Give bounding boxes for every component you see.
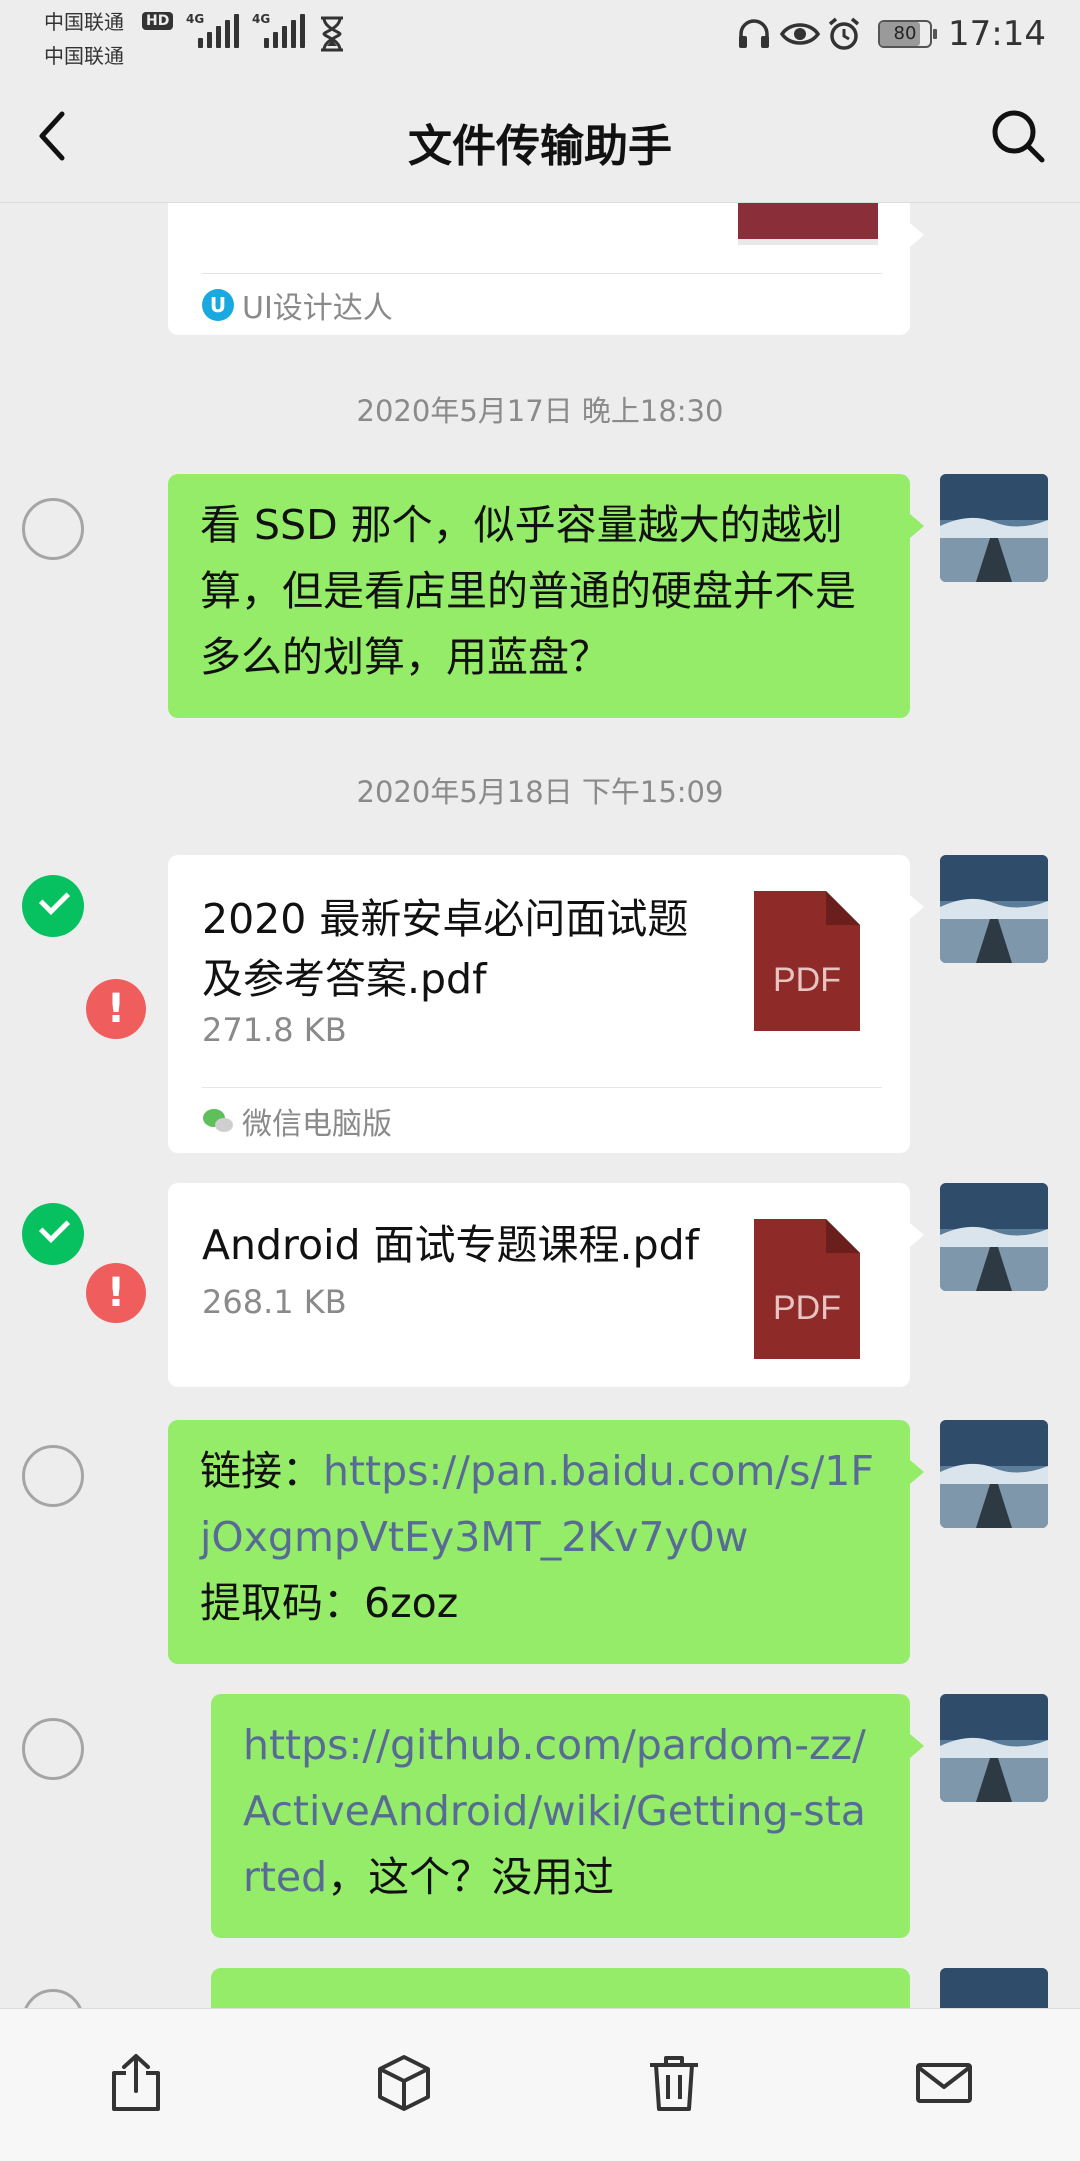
file-message-bubble[interactable]: Android 面试专题课程.pdf 268.1 KB PDF [168,1183,924,1387]
extract-code: 提取码：6zoz [200,1579,459,1627]
status-bar: 中国联通 中国联通 HD 4G 4G 80 17:14 [0,0,1080,70]
bottom-toolbar [0,2008,1080,2161]
text-message-bubble[interactable]: 看 SSD 那个，似乎容量越大的越划算，但是看店里的普通的硬盘并不是多么的划算，… [168,474,924,718]
signal-icon-2: 4G [252,12,305,48]
pdf-icon-label: PDF [773,961,841,999]
pdf-icon-label: PDF [773,1289,841,1327]
user-avatar[interactable] [940,1183,1048,1291]
message-text: 链接：https://pan.baidu.com/s/1FjOxgmpVtEy3… [200,1438,878,1636]
text-message-bubble[interactable]: 链接：https://pan.baidu.com/s/1FjOxgmpVtEy3… [168,1420,924,1664]
box-icon[interactable] [376,2053,432,2113]
signal-icon: 4G [186,12,239,48]
card-source-label: UI设计达人 [242,291,393,326]
card-source: U UI设计达人 [202,283,393,327]
trash-icon[interactable] [646,2053,702,2113]
file-message-bubble[interactable]: 2020 最新安卓必问面试题及参考答案.pdf 271.8 KB PDF 微信电… [168,855,924,1153]
pdf-file-icon: PDF [754,1219,860,1359]
select-checkbox[interactable] [22,1989,84,2008]
network-type-2: 4G [252,12,271,26]
select-checkbox[interactable] [22,1718,84,1780]
card-thumbnail [738,203,878,245]
message-text: 看 SSD 那个，似乎容量越大的越划算，但是看店里的普通的硬盘并不是多么的划算，… [200,501,856,681]
nav-bar: 文件传输助手 [0,70,1080,203]
select-checkbox-checked[interactable] [22,1203,84,1265]
eye-icon [780,23,820,45]
carrier-label-2: 中国联通 [44,44,124,68]
share-icon[interactable] [108,2053,164,2113]
clock: 17:14 [948,14,1046,54]
link-card[interactable]: U UI设计达人 [168,203,924,335]
chat-list: U UI设计达人 2020年5月17日 晚上18:30 看 SSD 那个，似乎容… [0,203,1080,2008]
headset-icon [739,19,769,48]
ui-designer-logo-icon: U [202,289,234,321]
user-avatar[interactable] [940,855,1048,963]
file-size: 268.1 KB [202,1283,347,1321]
send-failed-icon[interactable]: ! [86,1263,146,1323]
timestamp: 2020年5月17日 晚上18:30 [356,394,724,428]
alarm-icon [828,17,860,50]
page-title: 文件传输助手 [408,121,672,172]
divider [202,1087,882,1088]
network-type: 4G [186,12,205,26]
mail-icon[interactable] [914,2053,974,2113]
file-source-label: 微信电脑版 [242,1107,392,1142]
carrier-label-1: 中国联通 [44,10,124,34]
battery-level: 80 [893,23,917,44]
send-failed-icon[interactable]: ! [86,979,146,1039]
text-message-bubble[interactable] [211,1968,910,2008]
wechat-icon [203,1109,233,1132]
file-source: 微信电脑版 [202,1099,392,1143]
file-name: Android 面试专题课程.pdf [202,1221,700,1269]
user-avatar[interactable] [940,474,1048,582]
timestamp: 2020年5月18日 下午15:09 [356,775,724,809]
search-icon[interactable] [988,106,1048,166]
pdf-file-icon: PDF [754,891,860,1031]
link-prefix: 链接： [200,1447,323,1495]
divider [202,273,882,274]
battery-icon: 80 [878,20,937,48]
select-checkbox-checked[interactable] [22,875,84,937]
user-avatar[interactable] [940,1968,1048,2008]
file-size: 271.8 KB [202,1011,347,1049]
user-avatar[interactable] [940,1420,1048,1528]
text-message-bubble[interactable]: https://github.com/pardom-zz/ActiveAndro… [211,1694,924,1938]
hd-badge: HD [142,12,174,30]
message-suffix: ，这个？没用过 [327,1853,615,1901]
select-checkbox[interactable] [22,1445,84,1507]
select-checkbox[interactable] [22,498,84,560]
user-avatar[interactable] [940,1694,1048,1802]
file-name: 2020 最新安卓必问面试题及参考答案.pdf [202,895,689,1003]
message-text: https://github.com/pardom-zz/ActiveAndro… [243,1712,878,1910]
hourglass-icon [321,16,343,52]
